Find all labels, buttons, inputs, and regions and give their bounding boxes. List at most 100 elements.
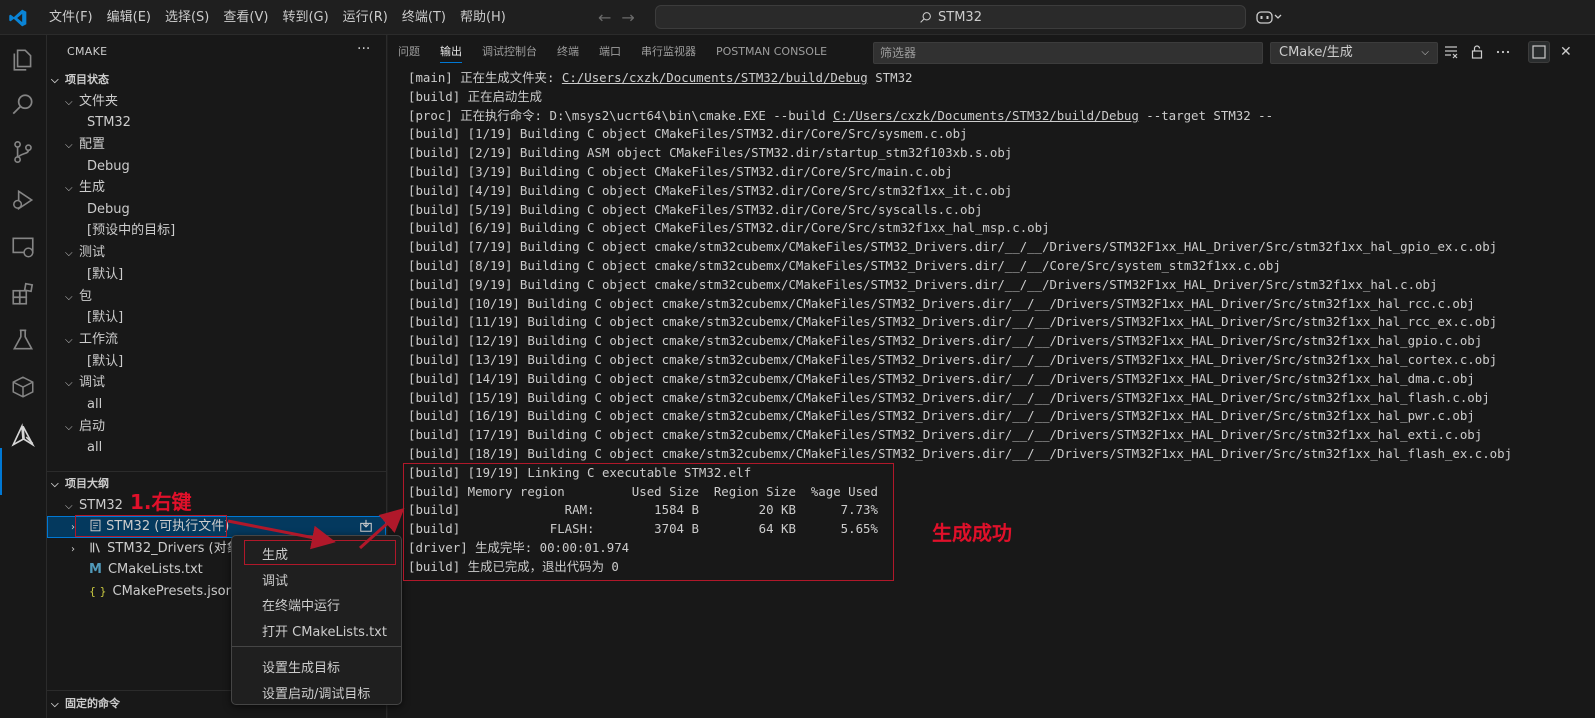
output-line-text: [build] [12/19] Building C object cmake/…: [408, 333, 1483, 349]
output-line-text: [main] 正在生成文件夹:: [408, 70, 562, 85]
output-line-text: [build] [17/19] Building C object cmake/…: [408, 427, 1483, 443]
output-channel-select[interactable]: CMake/生成 ⌵: [1270, 42, 1438, 64]
output-path-link[interactable]: C:/Users/cxzk/Documents/STM32/build/Debu…: [833, 108, 1139, 123]
menu-item-run-in-terminal[interactable]: 在终端中运行: [262, 595, 340, 614]
bottom-panel: 问题 输出 调试控制台 终端 端口 串行监视器 POSTMAN CONSOLE …: [388, 35, 1595, 718]
status-configure-value[interactable]: Debug: [87, 156, 130, 177]
menu-item-open-cmakelists[interactable]: 打开 CMakeLists.txt: [262, 621, 387, 640]
status-package[interactable]: ⌵ 包: [65, 286, 92, 307]
maximize-icon: [1532, 45, 1546, 59]
json-file-icon: { }: [89, 585, 107, 598]
chevron-right-icon: ›: [71, 544, 75, 555]
package-cube-icon[interactable]: [10, 374, 36, 400]
section-pinned-commands[interactable]: ⌵ 固定的命令: [51, 693, 120, 714]
title-bar: 文件(F) 编辑(E) 选择(S) 查看(V) 转到(G) 运行(R) 终端(T…: [0, 0, 1595, 35]
explorer-icon[interactable]: [10, 47, 36, 73]
tab-postman-console[interactable]: POSTMAN CONSOLE: [706, 35, 837, 69]
sidebar-title: CMAKE: [67, 45, 108, 58]
output-line-text: [build] [1/19] Building C object CMakeFi…: [408, 126, 968, 142]
status-build-value[interactable]: Debug: [87, 199, 130, 220]
status-package-value[interactable]: [默认]: [87, 307, 123, 328]
section-project-outline[interactable]: ⌵ 项目大纲: [51, 473, 109, 494]
output-line: [build] [16/19] Building C object cmake/…: [408, 407, 1512, 426]
menu-selection[interactable]: 选择(S): [158, 0, 216, 35]
panel-tabs: 问题 输出 调试控制台 终端 端口 串行监视器 POSTMAN CONSOLE: [388, 35, 837, 69]
status-debug-value[interactable]: all: [87, 394, 102, 415]
lock-icon[interactable]: [1469, 44, 1485, 60]
menu-help[interactable]: 帮助(H): [453, 0, 513, 35]
activity-bar: [0, 35, 47, 718]
menu-item-set-build-target[interactable]: 设置生成目标: [262, 657, 340, 676]
output-line-text: [build] [15/19] Building C object cmake/…: [408, 389, 1490, 405]
library-icon: [90, 542, 100, 553]
menu-run[interactable]: 运行(R): [336, 0, 395, 35]
tab-ports[interactable]: 端口: [589, 35, 631, 69]
section-project-status[interactable]: ⌵ 项目状态: [51, 69, 109, 90]
search-view-icon[interactable]: [10, 92, 36, 118]
menu-edit[interactable]: 编辑(E): [100, 0, 158, 35]
chevron-down-icon: ⌵: [51, 699, 59, 710]
output-line: [build] [8/19] Building C object cmake/s…: [408, 257, 1512, 276]
menu-file[interactable]: 文件(F): [42, 0, 100, 35]
cmake-icon[interactable]: [10, 423, 36, 449]
menu-go[interactable]: 转到(G): [275, 0, 335, 35]
menu-item-set-launch-target[interactable]: 设置启动/调试目标: [262, 683, 370, 702]
outline-root[interactable]: ⌵ STM32: [65, 495, 123, 516]
output-line-text: [build] 正在启动生成: [408, 88, 543, 104]
outline-item-drivers[interactable]: › STM32_Drivers (对象库: [71, 538, 253, 559]
status-launch-value[interactable]: all: [87, 437, 102, 458]
search-icon: [920, 11, 931, 23]
close-panel-icon[interactable]: ✕: [1560, 44, 1572, 60]
status-workflow[interactable]: ⌵ 工作流: [65, 329, 118, 350]
status-test-value[interactable]: [默认]: [87, 264, 123, 285]
status-workflow-label: 工作流: [79, 332, 119, 347]
vscode-logo-icon[interactable]: [8, 8, 28, 28]
tab-terminal[interactable]: 终端: [547, 35, 589, 69]
remote-explorer-icon[interactable]: [10, 234, 36, 260]
copilot-icon[interactable]: [1256, 9, 1282, 29]
tab-debug-console[interactable]: 调试控制台: [472, 35, 547, 69]
run-debug-icon[interactable]: [10, 187, 36, 213]
output-line: [build] [17/19] Building C object cmake/…: [408, 426, 1512, 445]
outline-item-cmakelists[interactable]: M CMakeLists.txt: [89, 559, 203, 580]
forward-arrow-icon[interactable]: →: [621, 8, 634, 27]
status-debug[interactable]: ⌵ 调试: [65, 372, 105, 393]
back-arrow-icon[interactable]: ←: [598, 8, 611, 27]
menu-item-debug[interactable]: 调试: [262, 570, 288, 589]
clear-output-icon[interactable]: [1443, 44, 1459, 60]
filter-input[interactable]: 筛选器: [873, 42, 1263, 64]
outline-item-cmakepresets-label: CMakePresets.json: [112, 584, 234, 599]
tab-output[interactable]: 输出: [430, 35, 472, 69]
chevron-down-icon: ⌵: [65, 501, 73, 512]
output-line: [build] [2/19] Building ASM object CMake…: [408, 144, 1512, 163]
output-path-link[interactable]: C:/Users/cxzk/Documents/STM32/build/Debu…: [562, 70, 868, 85]
extensions-icon[interactable]: [10, 281, 36, 307]
menu-terminal[interactable]: 终端(T): [395, 0, 453, 35]
maximize-panel-button[interactable]: [1528, 41, 1550, 63]
chevron-down-icon: ⌵: [51, 75, 59, 86]
tab-serial-monitor[interactable]: 串行监视器: [631, 35, 706, 69]
chevron-down-icon: ⌵: [65, 335, 73, 346]
more-actions-icon[interactable]: [1495, 44, 1511, 60]
status-build[interactable]: ⌵ 生成: [65, 177, 105, 198]
status-folder[interactable]: ⌵ 文件夹: [65, 91, 118, 112]
chevron-down-icon: ⌵: [65, 378, 73, 389]
status-debug-label: 调试: [79, 375, 106, 390]
annotation-box-executable: [75, 515, 227, 537]
tab-problems[interactable]: 问题: [388, 35, 430, 69]
build-target-icon[interactable]: [359, 519, 373, 533]
status-folder-value[interactable]: STM32: [87, 112, 131, 133]
outline-item-cmakepresets[interactable]: { } CMakePresets.json: [89, 581, 234, 602]
status-build-target[interactable]: [预设中的目标]: [87, 220, 175, 241]
status-launch[interactable]: ⌵ 启动: [65, 416, 105, 437]
source-control-icon[interactable]: [10, 139, 36, 165]
testing-flask-icon[interactable]: [10, 327, 36, 353]
status-test[interactable]: ⌵ 测试: [65, 242, 105, 263]
output-line-text: [build] [6/19] Building C object CMakeFi…: [408, 220, 1050, 236]
more-actions-icon[interactable]: ···: [357, 41, 370, 57]
menu-view[interactable]: 查看(V): [216, 0, 275, 35]
status-configure[interactable]: ⌵ 配置: [65, 134, 105, 155]
command-center-search[interactable]: STM32: [655, 5, 1246, 29]
status-workflow-value[interactable]: [默认]: [87, 351, 123, 372]
output-line: [proc] 正在执行命令: D:\msys2\ucrt64\bin\cmake…: [408, 107, 1512, 126]
